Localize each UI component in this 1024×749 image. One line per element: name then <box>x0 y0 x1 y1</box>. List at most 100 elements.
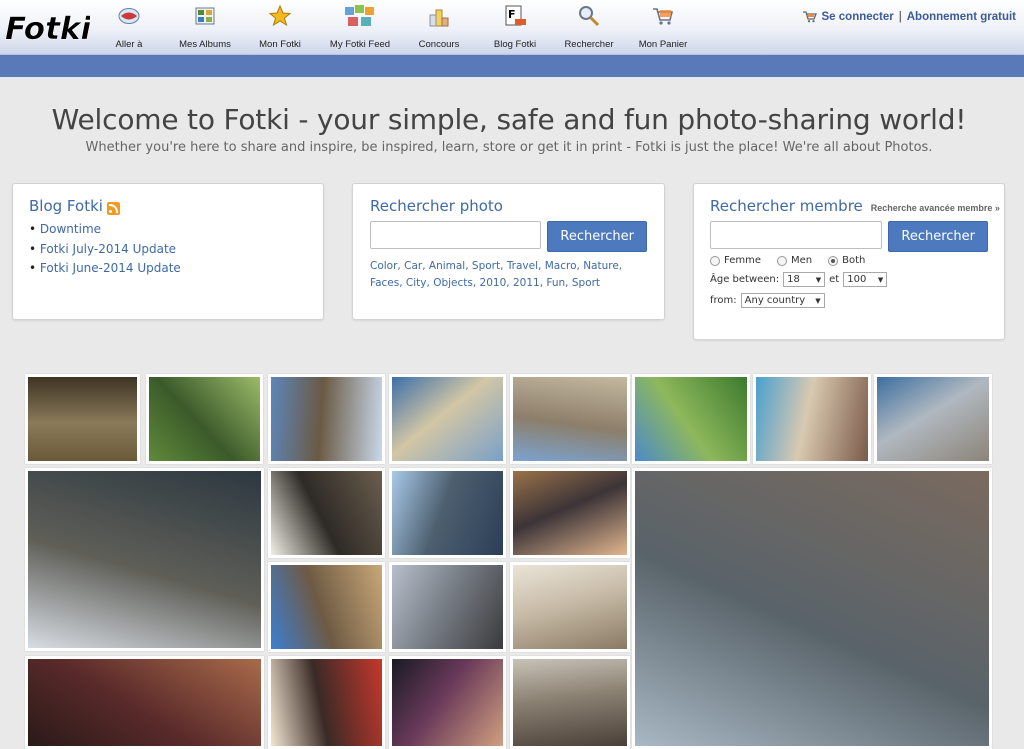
radio-label: Femme <box>724 255 761 266</box>
subscribe-link[interactable]: Abonnement gratuit <box>907 11 1016 23</box>
photo-search-button[interactable]: Rechercher <box>547 221 647 252</box>
photo-tag-link[interactable]: 2011 <box>513 277 540 289</box>
photo-search-title: Rechercher photo <box>370 197 503 215</box>
feed-icon <box>345 5 374 26</box>
photo-search-input[interactable] <box>370 221 542 249</box>
photo-tag-link[interactable]: Car <box>404 260 422 272</box>
photo-tag-link[interactable]: Sport <box>572 277 600 289</box>
age-min-value: 18 <box>787 274 800 285</box>
nav-mon-fotki[interactable]: Mon Fotki <box>240 4 320 51</box>
account-links: Se connecter | Abonnement gratuit <box>802 10 1016 23</box>
photo-tag-link[interactable]: Color <box>370 260 397 272</box>
photo-thumbnail <box>635 471 989 746</box>
photo-boat-dock[interactable] <box>268 374 385 464</box>
member-search-button[interactable]: Rechercher <box>888 221 988 252</box>
photo-thumbnail <box>271 659 382 746</box>
photo-trailer[interactable] <box>510 656 630 749</box>
photo-thumbnail <box>271 377 382 461</box>
radio-female[interactable] <box>710 255 720 266</box>
age-max-value: 100 <box>847 274 867 285</box>
member-search-panel: Rechercher membre Recherche avancée memb… <box>693 183 1005 340</box>
advanced-member-search-link[interactable]: Recherche avancée membre » <box>871 203 1000 213</box>
photo-tag-link[interactable]: 2010 <box>480 277 507 289</box>
nav-label: Rechercher <box>564 39 614 50</box>
nav-rechercher[interactable]: Rechercher <box>549 4 629 51</box>
rss-icon[interactable] <box>106 201 120 215</box>
gender-female-option[interactable]: Femme <box>710 255 761 266</box>
photo-school-sketch[interactable] <box>510 562 630 652</box>
account-separator: | <box>898 10 902 23</box>
fotki-logo[interactable]: Fotki <box>4 6 92 48</box>
photo-pool-party[interactable] <box>389 374 506 464</box>
photo-tag-link[interactable]: Fun <box>546 277 565 289</box>
photo-lake-pier[interactable] <box>874 374 992 464</box>
nav-my-fotki-feed[interactable]: My Fotki Feed <box>320 4 400 51</box>
photo-thumbnail <box>271 471 382 555</box>
star-icon <box>268 4 292 27</box>
gender-both-option[interactable]: Both <box>828 255 865 266</box>
nav-label: Concours <box>418 39 460 50</box>
photo-lighthouse[interactable] <box>389 468 506 558</box>
photo-tag-link[interactable]: Faces <box>370 277 399 289</box>
photo-tape-dispenser[interactable] <box>389 562 506 652</box>
photo-street-webcam[interactable] <box>632 468 992 749</box>
podium-icon <box>429 9 449 27</box>
photo-station-building[interactable] <box>268 562 385 652</box>
photo-fish[interactable] <box>25 374 140 464</box>
blog-post-link[interactable]: Fotki July-2014 Update <box>40 242 176 256</box>
photo-tag-link[interactable]: Nature <box>583 260 619 272</box>
nav-blue-strip <box>0 55 1024 77</box>
nav-mes-albums[interactable]: Mes Albums <box>165 4 245 51</box>
age-and-label: et <box>829 274 840 285</box>
nav-concours[interactable]: Concours <box>399 4 479 51</box>
photo-tag-list: Color, Car, Animal, Sport, Travel, Macro… <box>370 260 623 289</box>
member-search-input[interactable] <box>710 221 883 249</box>
magnifier-icon <box>579 6 600 27</box>
photo-tag-link[interactable]: Sport <box>472 260 500 272</box>
photo-thumbnail <box>392 377 503 461</box>
radio-both[interactable] <box>828 255 839 266</box>
login-link[interactable]: Se connecter <box>822 11 894 23</box>
age-max-select[interactable]: 100 ▼ <box>843 272 888 287</box>
blog-post-link[interactable]: Fotki June-2014 Update <box>40 261 181 275</box>
nav-aller-a[interactable]: Aller à <box>89 4 169 51</box>
blog-post-link[interactable]: Downtime <box>40 222 101 236</box>
photo-city-cathedral[interactable] <box>510 374 630 464</box>
photo-garden-stream[interactable] <box>146 374 263 464</box>
age-label: Âge between: <box>710 274 780 285</box>
photo-baby[interactable] <box>510 468 630 558</box>
photo-tag-link[interactable]: Animal <box>429 260 465 272</box>
photo-mercury-ad[interactable] <box>268 656 385 749</box>
cart-small-icon <box>802 11 817 23</box>
photo-vintage-truck[interactable] <box>25 468 264 651</box>
nav-blog-fotki[interactable]: F Blog Fotki <box>475 4 555 51</box>
country-select[interactable]: Any country ▼ <box>740 293 825 308</box>
photo-friends-night[interactable] <box>25 656 264 749</box>
chevron-down-icon: ▼ <box>877 275 884 284</box>
radio-male[interactable] <box>777 255 787 266</box>
gender-male-option[interactable]: Men <box>777 255 812 266</box>
photo-tag-link[interactable]: Objects <box>433 277 473 289</box>
photo-thumbnail <box>392 471 503 555</box>
chevron-down-icon: ▼ <box>815 275 822 284</box>
cart-icon <box>653 8 674 25</box>
nav-label: Blog Fotki <box>493 39 537 50</box>
list-item: Downtime <box>29 220 307 240</box>
photo-tag-link[interactable]: City <box>406 277 427 289</box>
photo-old-portraits[interactable] <box>268 468 385 558</box>
blog-panel: Blog Fotki Downtime Fotki July-2014 Upda… <box>12 183 324 320</box>
blog-title[interactable]: Blog Fotki <box>29 197 103 215</box>
globe-icon <box>118 8 140 24</box>
gender-radio-group: Femme Men Both <box>710 255 988 266</box>
photo-tag-link[interactable]: Travel <box>507 260 538 272</box>
photo-hotel-pool[interactable] <box>753 374 871 464</box>
photo-thumbnail <box>149 377 260 461</box>
photo-green-valley[interactable] <box>632 374 750 464</box>
nav-label: Mes Albums <box>179 39 231 50</box>
age-min-select[interactable]: 18 ▼ <box>783 272 826 287</box>
photo-thumbnail <box>635 377 747 461</box>
country-value: Any country <box>744 295 806 306</box>
photo-concert[interactable] <box>389 656 506 749</box>
photo-tag-link[interactable]: Macro <box>545 260 577 272</box>
nav-mon-panier[interactable]: Mon Panier <box>623 4 703 51</box>
